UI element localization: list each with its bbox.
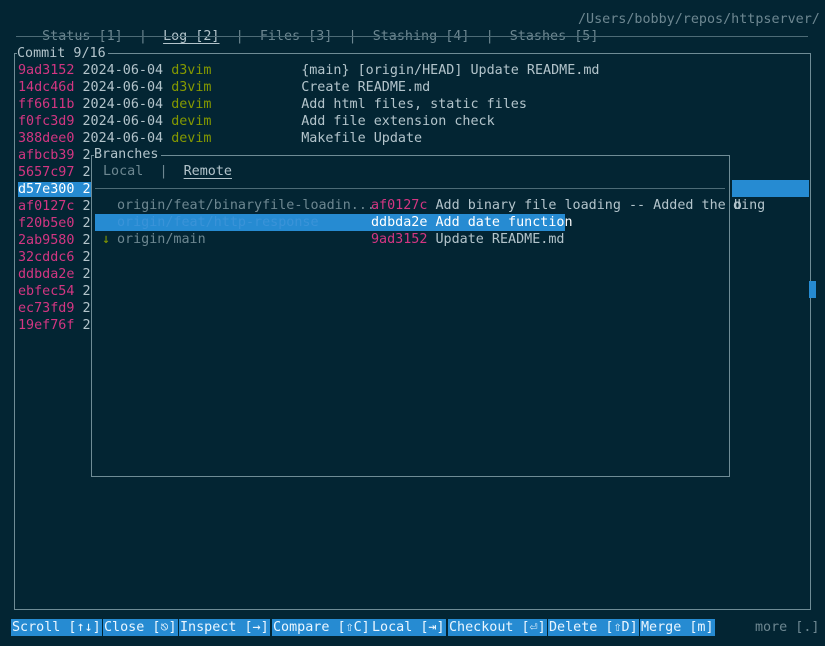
commit-message: Create README.md: [301, 80, 431, 95]
branches-modal-title: Branches: [94, 146, 161, 163]
branch-commit-message: Add date function: [435, 215, 573, 230]
branch-row[interactable]: ↓ origin/main 9ad3152 Update README.md: [95, 231, 727, 248]
commit-row[interactable]: afbcb39 2: [18, 147, 91, 164]
selected-row-highlight: [732, 180, 809, 197]
commit-date: 2: [82, 148, 91, 163]
branch-name: origin/main: [117, 232, 206, 247]
commit-author: d3vim: [171, 63, 212, 78]
tab-separator: |: [159, 164, 168, 179]
commit-hash: 14dc46d: [18, 80, 75, 95]
commit-hash: af0127c: [18, 199, 75, 214]
commit-row[interactable]: ec73fd9 2: [18, 300, 91, 317]
commit-date: 2: [82, 301, 91, 316]
tab-remote[interactable]: Remote: [184, 164, 232, 179]
behind-arrow-icon: ↓: [101, 232, 111, 247]
commit-hash: 2ab9580: [18, 233, 75, 248]
branch-commit-message: Update README.md: [435, 232, 565, 247]
commit-row[interactable]: 388dee0 2024-06-04 devim Makefile Update: [18, 130, 422, 147]
commit-message: {main} [origin/HEAD] Update README.md: [301, 63, 600, 78]
more-commands[interactable]: more [.]: [755, 619, 820, 636]
commit-row[interactable]: ff6611b 2024-06-04 devim Add html files, …: [18, 96, 527, 113]
commit-date: 2: [82, 233, 91, 248]
log-panel-title: Commit 9/16: [17, 45, 108, 62]
commit-row[interactable]: ebfec54 2: [18, 283, 91, 300]
branch-marker: [95, 197, 117, 214]
commit-row[interactable]: f20b5e0 2: [18, 215, 91, 232]
commit-row[interactable]: 14dc46d 2024-06-04 d3vim Create README.md: [18, 79, 430, 96]
close-command-button[interactable]: Close [⎋]: [103, 619, 178, 636]
commit-author: devim: [171, 131, 212, 146]
top-tab-bar: Status [1] | Log [2] | Files [3] | Stash…: [26, 11, 598, 45]
branches-divider: [95, 188, 725, 189]
commit-row[interactable]: 5657c97 2: [18, 164, 91, 181]
commit-date: 2024-06-04: [82, 97, 164, 112]
header-divider: [16, 36, 808, 37]
commit-date: 2024-06-04: [82, 63, 164, 78]
commit-hash: ff6611b: [18, 97, 75, 112]
commit-date: 2: [82, 216, 91, 231]
log-panel-top-border: [14, 53, 811, 54]
commit-hash: d57e300: [18, 182, 75, 197]
commit-hash: f20b5e0: [18, 216, 75, 231]
commit-hash: ec73fd9: [18, 301, 75, 316]
commit-row[interactable]: f0fc3d9 2024-06-04 devim Add file extensi…: [18, 113, 495, 130]
branch-marker: [95, 214, 117, 231]
commit-date: 2024-06-04: [82, 114, 164, 129]
commit-date: 2: [82, 318, 91, 333]
delete-command-button[interactable]: Delete [⇧D]: [548, 619, 639, 636]
branch-row[interactable]: origin/feat/binaryfile-loadin...af0127c …: [95, 197, 742, 214]
branch-row[interactable]: origin/feat/http-response ddbda2e Add dat…: [95, 214, 727, 231]
commit-date: 2: [82, 284, 91, 299]
commit-date: 2024-06-04: [82, 80, 164, 95]
commit-row[interactable]: ddbda2e 2: [18, 266, 91, 283]
commit-row[interactable]: d57e300 2: [18, 181, 91, 198]
merge-command-button[interactable]: Merge [m]: [640, 619, 715, 636]
branch-commit-hash: ddbda2e: [371, 215, 428, 230]
commit-date: 2: [82, 250, 91, 265]
commit-hash: afbcb39: [18, 148, 75, 163]
repo-path: /Users/bobby/repos/httpserver/: [578, 12, 820, 27]
compare-command-button[interactable]: Compare [⇧C]: [272, 619, 371, 636]
commit-hash: 19ef76f: [18, 318, 75, 333]
commit-hash: 388dee0: [18, 131, 75, 146]
commit-hash: 9ad3152: [18, 63, 75, 78]
branch-commit-hash: 9ad3152: [371, 232, 428, 247]
commit-message: Add file extension check: [301, 114, 495, 129]
branch-commit-hash: af0127c: [371, 198, 428, 213]
commit-hash: ebfec54: [18, 284, 75, 299]
scroll-command-button[interactable]: Scroll [↑↓]: [11, 619, 102, 636]
log-scrollbar-thumb[interactable]: [809, 281, 816, 298]
commit-row[interactable]: 2ab9580 2: [18, 232, 91, 249]
inspect-command-button[interactable]: Inspect [→]: [179, 619, 270, 636]
commit-date: 2024-06-04: [82, 131, 164, 146]
tab-local[interactable]: Local: [103, 164, 143, 179]
local-command-button[interactable]: Local [⇥]: [371, 619, 446, 636]
branch-name: origin/feat/http-response: [117, 215, 319, 230]
commit-hash: ddbda2e: [18, 267, 75, 282]
branch-name: origin/feat/binaryfile-loadin...: [117, 198, 375, 213]
commit-hash: f0fc3d9: [18, 114, 75, 129]
commit-row[interactable]: 32cddc6 2: [18, 249, 91, 266]
branches-tab-bar: Local | Remote: [103, 163, 232, 180]
commit-hash: 5657c97: [18, 165, 75, 180]
commit-message: Add html files, static files: [301, 97, 527, 112]
commit-hash: 32cddc6: [18, 250, 75, 265]
branch-commit-message: Add binary file loading -- Added the b: [435, 198, 742, 213]
commit-row[interactable]: 19ef76f 2: [18, 317, 91, 334]
commit-author: d3vim: [171, 80, 212, 95]
commit-date: 2: [82, 199, 91, 214]
commit-author: devim: [171, 97, 212, 112]
commit-message: Makefile Update: [301, 131, 423, 146]
commit-date: 2: [82, 165, 91, 180]
commit-author: devim: [171, 114, 212, 129]
commit-date: 2: [82, 182, 91, 197]
checkout-command-button[interactable]: Checkout [⏎]: [448, 619, 547, 636]
commit-date: 2: [82, 267, 91, 282]
commit-row[interactable]: 9ad3152 2024-06-04 d3vim {main} [origin/H…: [18, 62, 599, 79]
commit-row[interactable]: af0127c 2: [18, 198, 91, 215]
